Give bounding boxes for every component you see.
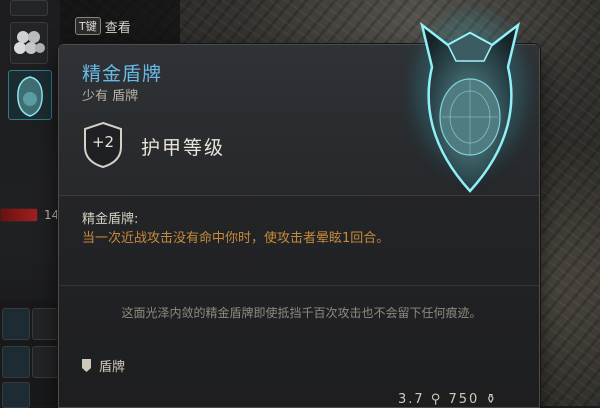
armor-bonus-value: +2 bbox=[91, 133, 115, 151]
ability-title: 精金盾牌: bbox=[82, 212, 139, 227]
spell-slot[interactable] bbox=[2, 346, 30, 378]
shield-category-icon bbox=[82, 359, 91, 372]
category-label: 盾牌 bbox=[99, 360, 126, 375]
spell-slot[interactable] bbox=[2, 382, 30, 408]
gem-cluster-icon bbox=[14, 31, 45, 54]
adamantine-shield-icon bbox=[400, 5, 540, 195]
spell-slot[interactable] bbox=[2, 308, 30, 340]
health-bar bbox=[0, 208, 38, 222]
equipment-slot-gems[interactable] bbox=[10, 22, 48, 64]
item-category: 盾牌 bbox=[82, 356, 125, 375]
armor-class-icon: +2 bbox=[82, 121, 124, 169]
inspect-key-hint[interactable]: T键 查看 bbox=[75, 15, 131, 37]
armor-class-label: 护甲等级 bbox=[141, 137, 226, 159]
inventory-sidebar: 14 bbox=[0, 0, 60, 408]
ability-description: 当一次近战攻击没有命中你时，使攻击者晕眩1回合。 bbox=[82, 231, 390, 246]
item-name: 精金盾牌 bbox=[82, 63, 163, 85]
item-rarity: 少有 盾牌 bbox=[82, 89, 139, 104]
weight-and-value: 3.7 ⚲ 750 ⚱ bbox=[398, 392, 499, 407]
equipment-slot-shield-selected[interactable] bbox=[8, 70, 52, 120]
key-badge: T键 bbox=[75, 17, 101, 35]
spell-icons bbox=[0, 300, 60, 408]
equipment-slot[interactable] bbox=[10, 0, 48, 16]
health-number: 14 bbox=[44, 208, 60, 222]
shield-icon bbox=[17, 76, 43, 117]
spell-slot[interactable] bbox=[32, 308, 58, 340]
spell-slot[interactable] bbox=[32, 346, 58, 378]
inspect-label: 查看 bbox=[104, 20, 131, 36]
divider bbox=[59, 285, 539, 286]
flavor-text: 这面光泽内敛的精金盾牌即使抵挡千百次攻击也不会留下任何痕迹。 bbox=[121, 306, 482, 320]
